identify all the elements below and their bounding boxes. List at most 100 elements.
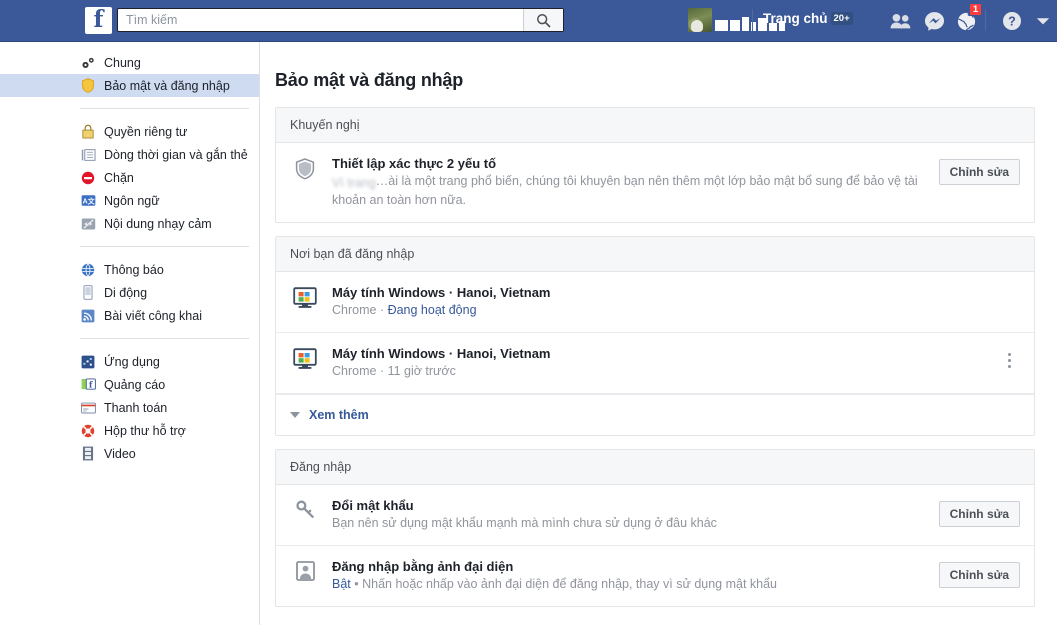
home-link[interactable]: Trang chủ 20+ <box>763 11 853 26</box>
gears-icon <box>80 55 96 71</box>
sidebar-item-label: Hộp thư hỗ trợ <box>104 423 186 438</box>
sidebar-item-hop-thu-ho-tro[interactable]: Hộp thư hỗ trợ <box>0 419 259 442</box>
two-factor-auth-row: Thiết lập xác thực 2 yếu tố Vì trang…ài … <box>276 143 1034 222</box>
row-icon-wrap <box>290 285 320 309</box>
profile-login-state[interactable]: Bật <box>332 577 351 591</box>
row-description: Bạn nên sử dụng mật khẩu mạnh mà mình ch… <box>332 516 717 530</box>
sidebar-item-dong-thoi-gian-va-gan-the[interactable]: Dòng thời gian và gắn thẻ <box>0 143 259 166</box>
sidebar-item-thanh-toan[interactable]: Thanh toán <box>0 396 259 419</box>
row-body: Máy tính Windows · Hanoi, Vietnam Chrome… <box>320 285 1020 319</box>
chevron-down-icon <box>290 412 300 418</box>
lock-icon <box>80 124 96 140</box>
sidebar-item-label: Thanh toán <box>104 400 168 415</box>
row-description-text: • Nhấn hoặc nhấp vào ảnh đại diện để đăn… <box>350 577 778 591</box>
apps-icon <box>80 354 96 370</box>
edit-password-button[interactable]: Chỉnh sửa <box>938 501 1020 527</box>
row-title: Đổi mật khẩu <box>332 498 414 513</box>
block-icon <box>80 170 96 186</box>
recommended-card: Khuyến nghị Thiết lập xác thực 2 yếu tố … <box>275 107 1035 223</box>
session-meta: Chrome · Đang hoạt động <box>332 302 1010 319</box>
sidebar-group-4: Ứng dụng f Quảng cáo Thanh toán Hộp thư … <box>0 350 259 465</box>
shield-icon <box>295 158 315 180</box>
login-card-header: Đăng nhập <box>276 450 1034 485</box>
session-status[interactable]: Đang hoạt động <box>388 303 477 317</box>
sidebar-item-bao-mat-va-dang-nhap[interactable]: Bảo mật và đăng nhập <box>0 74 259 97</box>
messenger-button[interactable] <box>919 8 949 34</box>
session-options-menu-button[interactable] <box>998 349 1020 371</box>
timeline-icon <box>80 147 96 163</box>
settings-sidebar: Chung Bảo mật và đăng nhập Quyền riêng t… <box>0 42 260 625</box>
sidebar-item-bai-viet-cong-khai[interactable]: Bài viết công khai <box>0 304 259 327</box>
login-card: Đăng nhập Đổi mật khẩu Bạn nên sử dụng m… <box>275 449 1035 607</box>
sidebar-item-chan[interactable]: Chặn <box>0 166 259 189</box>
sidebar-item-label: Ứng dụng <box>104 354 160 369</box>
sidebar-item-label: Chặn <box>104 170 134 185</box>
row-body: Đổi mật khẩu Bạn nên sử dụng mật khẩu mạ… <box>320 498 939 532</box>
sidebar-item-label: Video <box>104 446 136 461</box>
sidebar-item-quyen-rieng-tu[interactable]: Quyền riêng tư <box>0 120 259 143</box>
chevron-down-icon <box>1036 17 1050 24</box>
help-button[interactable]: ? <box>997 8 1027 34</box>
edit-two-factor-button[interactable]: Chỉnh sửa <box>938 159 1020 185</box>
session-browser: Chrome <box>332 303 377 317</box>
search-bar[interactable] <box>117 8 564 32</box>
rss-icon <box>80 308 96 324</box>
profile-picture-login-row: Đăng nhập bằng ảnh đại diện Bật • Nhấn h… <box>276 546 1034 606</box>
settings-main-content: Bảo mật và đăng nhập Khuyến nghị Thiết l… <box>261 42 1057 625</box>
friend-requests-button[interactable] <box>886 8 916 34</box>
sidebar-group-3: Thông báo Di động Bài viết công khai <box>0 258 259 327</box>
nav-divider-2 <box>985 9 986 31</box>
notifications-button[interactable]: 1 <box>951 3 982 34</box>
sidebar-item-ung-dung[interactable]: Ứng dụng <box>0 350 259 373</box>
friend-requests-icon <box>890 13 911 29</box>
sidebar-item-label: Quyền riêng tư <box>104 124 188 139</box>
sidebar-item-di-dong[interactable]: Di động <box>0 281 259 304</box>
recommended-card-header: Khuyến nghị <box>276 108 1034 143</box>
svg-text:文: 文 <box>87 196 94 205</box>
active-sessions-card: Nơi bạn đã đăng nhập Máy tính Windows · … <box>275 236 1035 436</box>
active-sessions-card-header: Nơi bạn đã đăng nhập <box>276 237 1034 272</box>
sidebar-item-quang-cao[interactable]: f Quảng cáo <box>0 373 259 396</box>
sidebar-item-thong-bao[interactable]: Thông báo <box>0 258 259 281</box>
sidebar-item-video[interactable]: Video <box>0 442 259 465</box>
account-menu-button[interactable] <box>1028 8 1057 34</box>
session-status: 11 giờ trước <box>387 364 456 378</box>
row-title: Đăng nhập bằng ảnh đại diện <box>332 559 514 574</box>
nav-divider-1 <box>752 9 753 31</box>
redacted-text: Vì trang <box>332 176 376 190</box>
eye-off-icon <box>80 216 96 232</box>
sidebar-group-2: Quyền riêng tư Dòng thời gian và gắn thẻ <box>0 120 259 235</box>
row-body: Máy tính Windows · Hanoi, Vietnam Chrome… <box>320 346 998 380</box>
sidebar-group-1: Chung Bảo mật và đăng nhập <box>0 51 259 97</box>
see-more-sessions-link[interactable]: Xem thêm <box>276 394 1034 435</box>
search-input[interactable] <box>118 9 523 31</box>
session-separator: · <box>376 364 388 378</box>
row-description: Vì trang…ài là một trang phổ biến, chúng… <box>332 173 929 209</box>
session-title: Máy tính Windows · Hanoi, Vietnam <box>332 346 551 361</box>
sidebar-item-label: Thông báo <box>104 262 164 277</box>
sidebar-divider-3 <box>80 338 249 339</box>
help-icon: ? <box>1003 12 1021 30</box>
edit-profile-picture-login-button[interactable]: Chỉnh sửa <box>938 562 1020 588</box>
profile-picture-icon <box>295 561 315 581</box>
sidebar-item-noi-dung-nhay-cam[interactable]: Nội dung nhạy cảm <box>0 212 259 235</box>
sidebar-item-ngon-ngu[interactable]: A 文 Ngôn ngữ <box>0 189 259 212</box>
row-icon-wrap <box>290 559 320 581</box>
sidebar-item-chung[interactable]: Chung <box>0 51 259 74</box>
globe-icon <box>80 262 96 278</box>
session-meta: Chrome · 11 giờ trước <box>332 363 988 380</box>
key-icon <box>295 500 314 518</box>
home-label: Trang chủ <box>763 11 828 26</box>
facebook-logo-button[interactable]: f <box>85 7 112 34</box>
search-icon <box>537 13 551 27</box>
messenger-icon <box>924 11 944 31</box>
video-film-icon <box>80 446 96 462</box>
sidebar-item-label: Ngôn ngữ <box>104 193 160 208</box>
search-submit-button[interactable] <box>523 9 563 31</box>
language-icon: A 文 <box>80 193 96 209</box>
session-row: Máy tính Windows · Hanoi, Vietnam Chrome… <box>276 272 1034 333</box>
row-action: Chỉnh sửa <box>938 559 1020 588</box>
avatar <box>688 8 712 32</box>
windows-computer-icon <box>293 348 317 369</box>
row-icon-wrap <box>290 346 320 370</box>
